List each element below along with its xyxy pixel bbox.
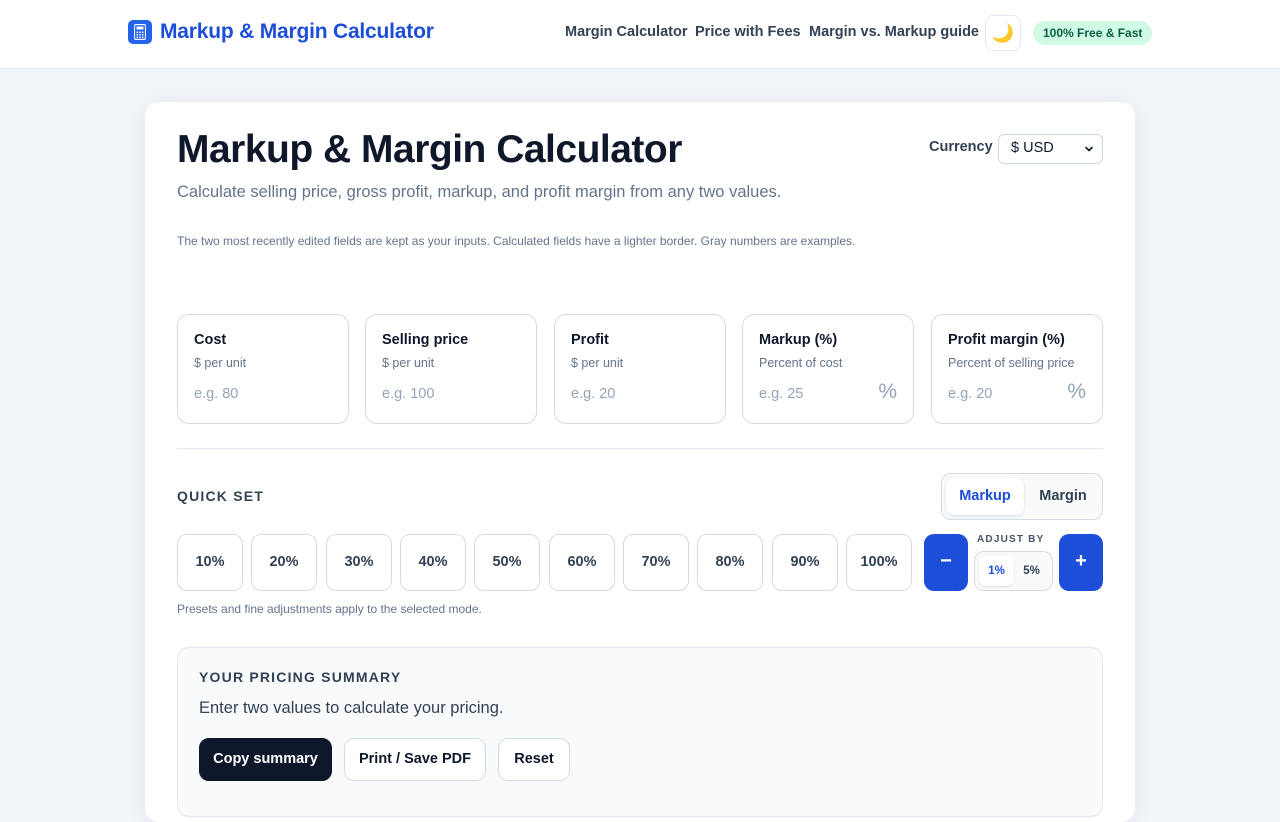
currency-select[interactable]: $ USD [998, 134, 1103, 164]
preset-button[interactable]: 80% [697, 534, 763, 591]
field-label: Selling price [382, 332, 469, 348]
percent-icon: % [878, 380, 897, 403]
input-hint: The two most recently edited fields are … [177, 234, 856, 248]
top-navbar: Markup & Margin Calculator Margin Calcul… [0, 0, 1280, 69]
profit-margin-field[interactable]: Profit margin (%) Percent of selling pri… [931, 314, 1103, 424]
cost-field[interactable]: Cost $ per unit e.g. 80 [177, 314, 349, 424]
brand-name: Markup & Margin Calculator [160, 20, 434, 43]
field-sublabel: $ per unit [382, 356, 435, 370]
profit-field[interactable]: Profit $ per unit e.g. 20 [554, 314, 726, 424]
summary-title: YOUR PRICING SUMMARY [199, 669, 402, 685]
copy-summary-button[interactable]: Copy summary [199, 738, 332, 781]
increase-button[interactable]: + [1059, 534, 1103, 591]
preset-button[interactable]: 10% [177, 534, 243, 591]
adjust-5-percent-button[interactable]: 5% [1014, 556, 1049, 586]
preset-button[interactable]: 90% [772, 534, 838, 591]
markup-input[interactable]: e.g. 25 [759, 386, 803, 402]
nav-link-price-with-fees[interactable]: Price with Fees [695, 24, 801, 40]
percent-icon: % [1067, 380, 1086, 403]
mode-markup-button[interactable]: Markup [946, 478, 1024, 515]
decrease-button[interactable]: − [924, 534, 968, 591]
theme-toggle-button[interactable]: 🌙 [985, 15, 1021, 51]
field-label: Profit margin (%) [948, 332, 1065, 348]
profit-input[interactable]: e.g. 20 [571, 386, 615, 402]
adjust-step-toggle: 1% 5% [974, 551, 1053, 591]
profit-margin-input[interactable]: e.g. 20 [948, 386, 992, 402]
adjust-1-percent-button[interactable]: 1% [979, 556, 1014, 586]
cost-input[interactable]: e.g. 80 [194, 386, 238, 402]
page-subtitle: Calculate selling price, gross profit, m… [177, 183, 782, 201]
presets-note: Presets and fine adjustments apply to th… [177, 602, 482, 616]
nav-link-margin-calculator[interactable]: Margin Calculator [565, 24, 687, 40]
brand-link[interactable]: Markup & Margin Calculator [128, 20, 434, 44]
mode-margin-button[interactable]: Margin [1024, 478, 1102, 515]
currency-label: Currency [929, 139, 993, 155]
field-label: Profit [571, 332, 609, 348]
preset-button[interactable]: 30% [326, 534, 392, 591]
free-badge: 100% Free & Fast [1033, 21, 1153, 45]
adjust-by-label: ADJUST BY [977, 534, 1045, 545]
reset-button[interactable]: Reset [498, 738, 570, 781]
preset-button[interactable]: 70% [623, 534, 689, 591]
nav-link-margin-vs-markup-guide[interactable]: Margin vs. Markup guide [809, 24, 979, 40]
quick-set-title: QUICK SET [177, 488, 265, 504]
selling-price-input[interactable]: e.g. 100 [382, 386, 434, 402]
selling-price-field[interactable]: Selling price $ per unit e.g. 100 [365, 314, 537, 424]
preset-button[interactable]: 60% [549, 534, 615, 591]
page-title: Markup & Margin Calculator [177, 128, 682, 171]
field-sublabel: $ per unit [194, 356, 247, 370]
pricing-summary-panel: YOUR PRICING SUMMARY Enter two values to… [177, 647, 1103, 817]
currency-value: $ USD [1011, 140, 1054, 156]
preset-button[interactable]: 100% [846, 534, 912, 591]
chevron-down-icon [1085, 146, 1093, 152]
moon-icon: 🌙 [991, 22, 1015, 43]
preset-button[interactable]: 40% [400, 534, 466, 591]
field-sublabel: Percent of selling price [948, 356, 1075, 370]
summary-text: Enter two values to calculate your prici… [199, 699, 504, 717]
section-divider [177, 448, 1103, 449]
field-sublabel: $ per unit [571, 356, 624, 370]
field-label: Markup (%) [759, 332, 838, 348]
preset-button[interactable]: 20% [251, 534, 317, 591]
field-sublabel: Percent of cost [759, 356, 843, 370]
calculator-icon [128, 20, 152, 44]
field-label: Cost [194, 332, 227, 348]
preset-button[interactable]: 50% [474, 534, 540, 591]
print-save-pdf-button[interactable]: Print / Save PDF [344, 738, 486, 781]
markup-field[interactable]: Markup (%) Percent of cost e.g. 25 % [742, 314, 914, 424]
mode-toggle: Markup Margin [941, 473, 1103, 520]
